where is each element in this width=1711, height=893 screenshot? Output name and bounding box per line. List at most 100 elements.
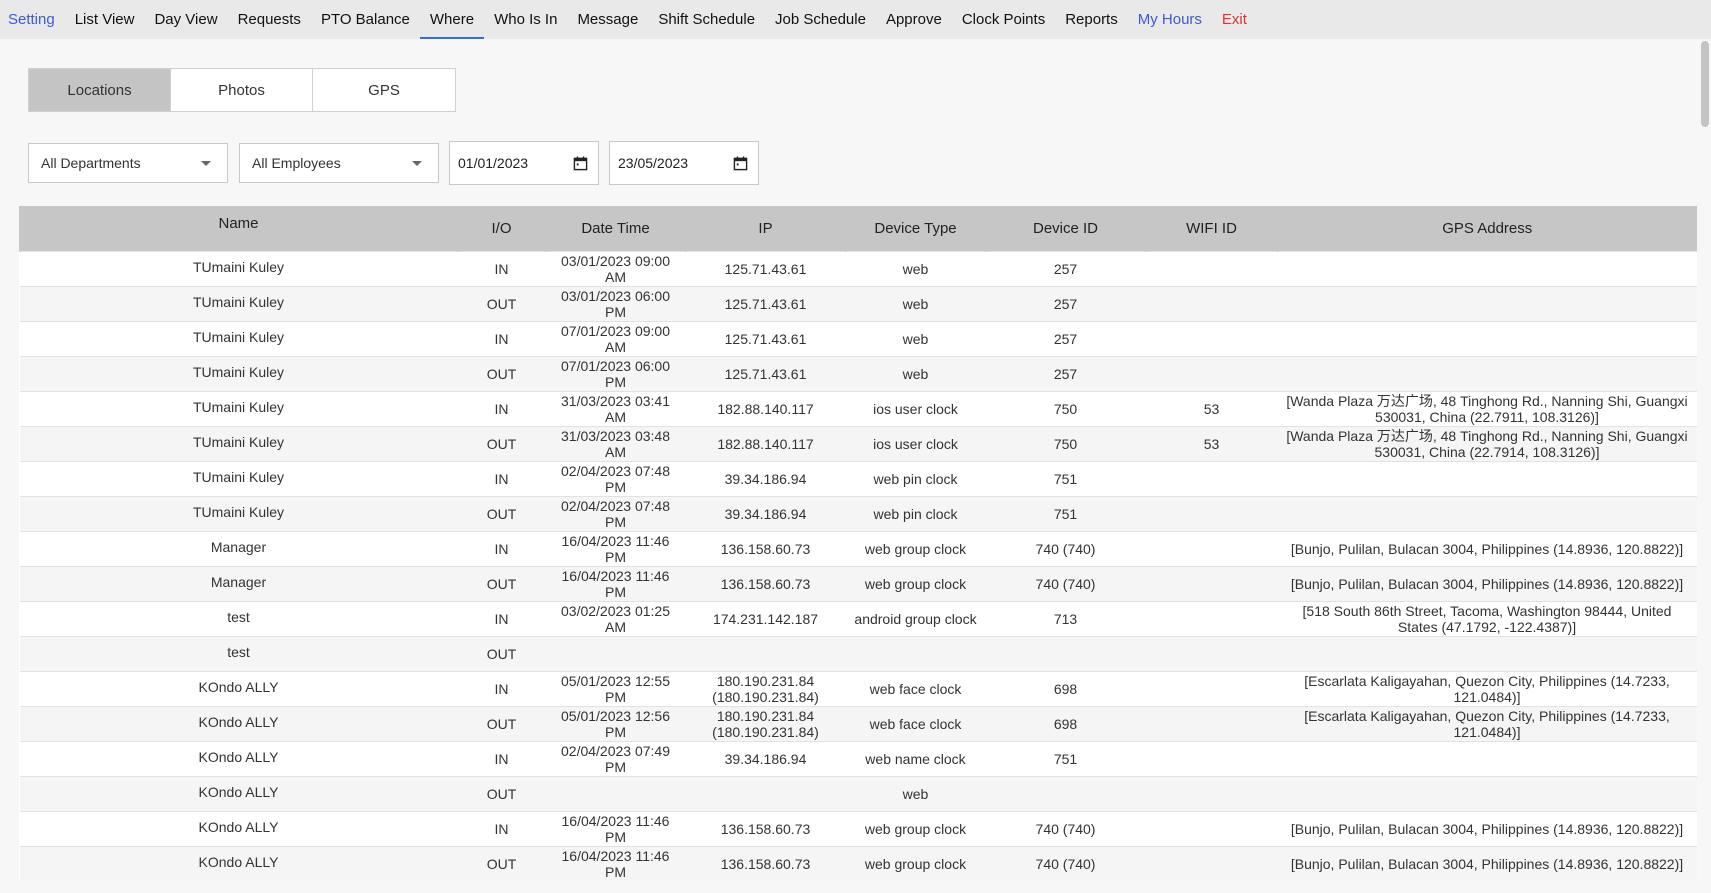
cell-io: IN xyxy=(457,390,546,426)
cell-wifi-id xyxy=(1145,320,1278,356)
column-header-wifi-id[interactable]: WIFI ID xyxy=(1145,206,1278,251)
cell-wifi-id xyxy=(1145,845,1278,881)
cell-io: IN xyxy=(457,460,546,496)
cell-name: test xyxy=(19,635,458,671)
cell-io: OUT xyxy=(457,845,546,881)
top-nav: Setting List View Day View Requests PTO Bala… xyxy=(0,0,1711,39)
nav-exit[interactable]: Exit xyxy=(1212,0,1257,39)
cell-wifi-id: 53 xyxy=(1145,390,1278,426)
cell-name: TUmaini Kuley xyxy=(19,460,458,496)
table-row[interactable]: KOndo ALLY IN 02/04/2023 07:49 PM 39.34.186… xyxy=(19,740,1697,776)
calendar-icon[interactable] xyxy=(573,156,588,171)
table-row[interactable]: TUmaini Kuley IN 31/03/2023 03:41 AM 182.88… xyxy=(19,390,1697,426)
nav-who-is-in[interactable]: Who Is In xyxy=(484,0,567,39)
table-row[interactable]: KOndo ALLY IN 05/01/2023 12:55 PM 180.190.2… xyxy=(19,670,1697,706)
table-row[interactable]: TUmaini Kuley OUT 31/03/2023 03:48 AM 182.8… xyxy=(19,425,1697,461)
column-header-i-o[interactable]: I/O xyxy=(457,206,546,251)
cell-ip xyxy=(685,775,846,811)
table-row[interactable]: KOndo ALLY OUT 16/04/2023 11:46 PM 136.158.… xyxy=(19,845,1697,881)
nav-list-view[interactable]: List View xyxy=(65,0,145,39)
nav-day-view[interactable]: Day View xyxy=(144,0,227,39)
nav-shift-schedule[interactable]: Shift Schedule xyxy=(648,0,765,39)
nav-clock-points[interactable]: Clock Points xyxy=(952,0,1055,39)
scrollbar-thumb[interactable] xyxy=(1701,41,1709,127)
cell-ip: 125.71.43.61 xyxy=(685,355,846,391)
table-row[interactable]: KOndo ALLY OUT 05/01/2023 12:56 PM 180.190.… xyxy=(19,705,1697,741)
cell-ip: 182.88.140.117 xyxy=(685,390,846,426)
table-row[interactable]: TUmaini Kuley IN 02/04/2023 07:48 PM 39.34.… xyxy=(19,460,1697,496)
date-from-value: 01/01/2023 xyxy=(458,155,529,171)
cell-device-id: 751 xyxy=(985,460,1146,496)
employee-select[interactable]: All Employees xyxy=(239,143,439,183)
table-row[interactable]: TUmaini Kuley IN 03/01/2023 09:00 AM 125.71… xyxy=(19,250,1697,286)
employee-select-value: All Employees xyxy=(252,155,341,171)
cell-gps-address xyxy=(1277,250,1697,286)
date-to-input[interactable]: 23/05/2023 xyxy=(609,141,759,185)
vertical-scrollbar[interactable] xyxy=(1699,39,1711,893)
table-row[interactable]: Manager IN 16/04/2023 11:46 PM 136.158.60.7… xyxy=(19,530,1697,566)
cell-name: KOndo ALLY xyxy=(19,705,458,741)
nav-job-schedule[interactable]: Job Schedule xyxy=(765,0,876,39)
cell-ip: 182.88.140.117 xyxy=(685,425,846,461)
table-row[interactable]: KOndo ALLY OUT web xyxy=(19,775,1697,811)
cell-device-type: android group clock xyxy=(845,600,986,636)
nav-where[interactable]: Where xyxy=(419,0,485,39)
table-row[interactable]: TUmaini Kuley OUT 02/04/2023 07:48 PM 39.34… xyxy=(19,495,1697,531)
cell-device-type: web xyxy=(845,355,986,391)
table-row[interactable]: TUmaini Kuley IN 07/01/2023 09:00 AM 125.71… xyxy=(19,320,1697,356)
nav-my-hours[interactable]: My Hours xyxy=(1128,0,1212,39)
cell-ip: 180.190.231.84 (180.190.231.84) xyxy=(685,670,846,706)
column-header-ip[interactable]: IP xyxy=(685,206,846,251)
nav-approve[interactable]: Approve xyxy=(876,0,952,39)
table-row[interactable]: test IN 03/02/2023 01:25 AM 174.231.142.187… xyxy=(19,600,1697,636)
cell-io: IN xyxy=(457,250,546,286)
table-row[interactable]: test OUT xyxy=(19,635,1697,671)
cell-gps-address xyxy=(1277,495,1697,531)
cell-wifi-id xyxy=(1145,635,1278,671)
cell-gps-address xyxy=(1277,320,1697,356)
column-header-gps-address[interactable]: GPS Address xyxy=(1277,206,1697,251)
cell-name: KOndo ALLY xyxy=(19,775,458,811)
cell-device-type: web group clock xyxy=(845,530,986,566)
column-header-device-type[interactable]: Device Type xyxy=(845,206,986,251)
table-row[interactable]: TUmaini Kuley OUT 07/01/2023 06:00 PM 125.7… xyxy=(19,355,1697,391)
table-row[interactable]: TUmaini Kuley OUT 03/01/2023 06:00 PM 125.7… xyxy=(19,285,1697,321)
cell-wifi-id xyxy=(1145,460,1278,496)
table-row[interactable]: KOndo ALLY IN 16/04/2023 11:46 PM 136.158.6… xyxy=(19,810,1697,846)
cell-name: TUmaini Kuley xyxy=(19,355,458,391)
column-header-device-id[interactable]: Device ID xyxy=(985,206,1146,251)
column-header-name[interactable]: Name xyxy=(19,206,458,251)
table-body: TUmaini Kuley IN 03/01/2023 09:00 AM 125.71… xyxy=(19,250,1697,881)
cell-date-time: 16/04/2023 11:46 PM xyxy=(545,530,686,566)
cell-name: TUmaini Kuley xyxy=(19,320,458,356)
date-from-input[interactable]: 01/01/2023 xyxy=(449,141,599,185)
column-header-date-time[interactable]: Date Time xyxy=(545,206,686,251)
cell-name: TUmaini Kuley xyxy=(19,285,458,321)
cell-date-time: 05/01/2023 12:56 PM xyxy=(545,705,686,741)
cell-date-time: 03/01/2023 06:00 PM xyxy=(545,285,686,321)
cell-name: TUmaini Kuley xyxy=(19,495,458,531)
cell-date-time: 31/03/2023 03:41 AM xyxy=(545,390,686,426)
cell-device-type: web face clock xyxy=(845,705,986,741)
cell-io: IN xyxy=(457,320,546,356)
cell-device-type: web face clock xyxy=(845,670,986,706)
table-row[interactable]: Manager OUT 16/04/2023 11:46 PM 136.158.60.… xyxy=(19,565,1697,601)
tab-locations[interactable]: Locations xyxy=(29,69,171,111)
cell-device-type: ios user clock xyxy=(845,425,986,461)
cell-device-type: web group clock xyxy=(845,845,986,881)
tab-photos[interactable]: Photos xyxy=(171,69,313,111)
department-select[interactable]: All Departments xyxy=(28,143,228,183)
nav-pto-balance[interactable]: PTO Balance xyxy=(311,0,420,39)
cell-ip: 39.34.186.94 xyxy=(685,495,846,531)
cell-device-id: 740 (740) xyxy=(985,565,1146,601)
nav-requests[interactable]: Requests xyxy=(228,0,311,39)
nav-setting[interactable]: Setting xyxy=(0,0,65,39)
calendar-icon[interactable] xyxy=(733,156,748,171)
cell-device-type: web name clock xyxy=(845,740,986,776)
cell-device-type: web pin clock xyxy=(845,495,986,531)
tab-gps[interactable]: GPS xyxy=(313,69,455,111)
nav-message[interactable]: Message xyxy=(567,0,648,39)
cell-wifi-id xyxy=(1145,565,1278,601)
cell-wifi-id xyxy=(1145,600,1278,636)
nav-reports[interactable]: Reports xyxy=(1055,0,1128,39)
